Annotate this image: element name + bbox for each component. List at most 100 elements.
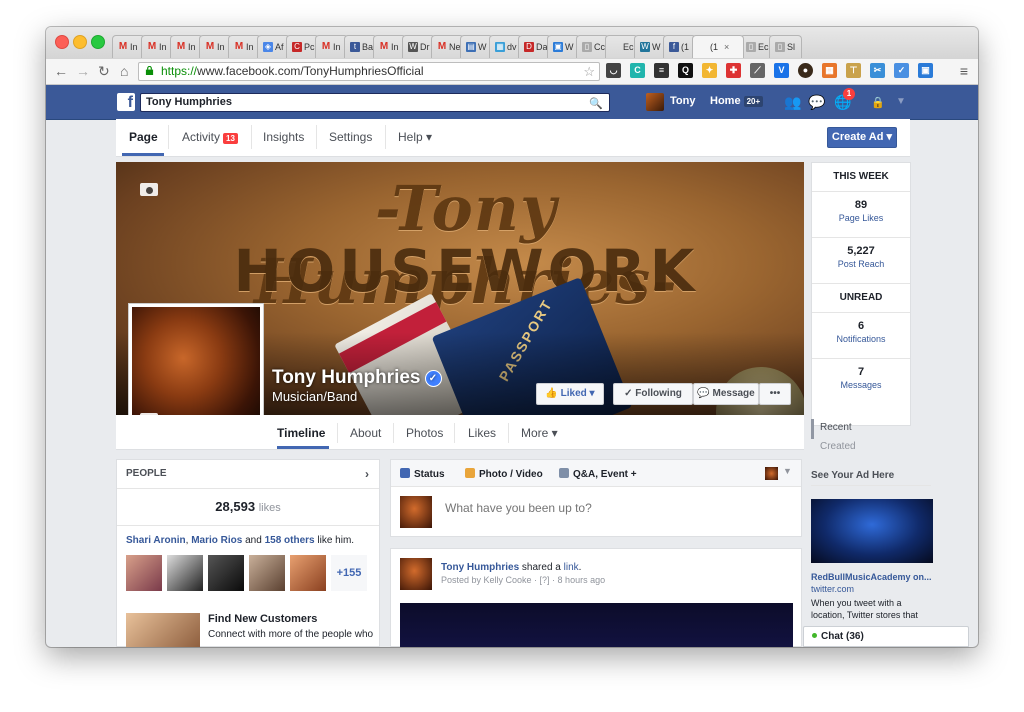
- find-customers-title[interactable]: Find New Customers: [208, 613, 317, 625]
- friend-thumbnail[interactable]: [126, 555, 162, 591]
- post-reach-label[interactable]: Post Reach: [812, 259, 910, 269]
- more-options-button[interactable]: •••: [759, 383, 791, 405]
- facebook-logo-icon[interactable]: f: [117, 93, 135, 111]
- notifications-label[interactable]: Notifications: [812, 334, 910, 344]
- chevron-down-icon[interactable]: ▼: [783, 466, 792, 476]
- friend-requests-icon[interactable]: 👥: [784, 94, 801, 111]
- tab-photos[interactable]: Photos: [406, 426, 443, 440]
- ad-title[interactable]: RedBullMusicAcademy on...: [811, 572, 936, 582]
- chat-bar[interactable]: Chat (36): [803, 626, 969, 647]
- pin-extension-icon[interactable]: ⊤: [846, 63, 861, 78]
- layers-extension-icon[interactable]: ≡: [654, 63, 669, 78]
- friend-thumbnail[interactable]: [208, 555, 244, 591]
- tab-likes[interactable]: Likes: [468, 426, 496, 440]
- browser-tab[interactable]: (1 ×: [692, 35, 744, 58]
- minimize-window-button[interactable]: [73, 35, 87, 49]
- puzzle-extension-icon[interactable]: ✚: [726, 63, 741, 78]
- tab-about[interactable]: About: [350, 426, 381, 440]
- tab-timeline[interactable]: Timeline: [277, 426, 325, 440]
- post-author-link[interactable]: Tony Humphries: [441, 562, 519, 573]
- messages-stat[interactable]: 7 Messages: [812, 359, 910, 404]
- browser-tabs: M In M In M In M In M In ◈ Af C Pc M In t Ba M In W Dr M Ne ▤ W ▦ d…: [112, 35, 802, 59]
- customers-image[interactable]: [126, 613, 200, 647]
- close-tab-icon[interactable]: ×: [724, 42, 729, 52]
- page-likes-stat[interactable]: 89 Page Likes: [812, 192, 910, 238]
- tab-activity[interactable]: Activity 13: [182, 130, 238, 144]
- liked-button[interactable]: 👍 Liked ▾: [536, 383, 604, 405]
- back-arrow-icon[interactable]: ←: [54, 63, 68, 79]
- tab-page[interactable]: Page: [129, 130, 158, 144]
- post-author-avatar[interactable]: [400, 558, 432, 590]
- home-link[interactable]: Home 20+: [710, 95, 764, 107]
- post-reach-stat[interactable]: 5,227 Post Reach: [812, 238, 910, 284]
- page-category[interactable]: Musician/Band: [272, 389, 357, 404]
- v-extension-icon[interactable]: V: [774, 63, 789, 78]
- tab-label: W: [652, 42, 661, 52]
- people-header[interactable]: PEOPLE ›: [117, 460, 379, 489]
- messages-label[interactable]: Messages: [812, 380, 910, 390]
- zoom-window-button[interactable]: [91, 35, 105, 49]
- cover-camera-icon[interactable]: [140, 183, 158, 196]
- likes-count-row[interactable]: 28,593 likes: [117, 489, 379, 526]
- friend-link[interactable]: Shari Aronin: [126, 535, 186, 546]
- scissors-extension-icon[interactable]: ✂: [870, 63, 885, 78]
- post-media[interactable]: [400, 603, 793, 647]
- status-tab[interactable]: Status: [400, 468, 445, 480]
- home-icon[interactable]: ⌂: [120, 63, 128, 79]
- following-button[interactable]: ✓ Following: [613, 383, 693, 405]
- check-extension-icon[interactable]: ✓: [894, 63, 909, 78]
- hamburger-menu-icon[interactable]: ≡: [960, 63, 968, 79]
- account-dropdown-icon[interactable]: ▼: [896, 96, 906, 107]
- privacy-lock-icon[interactable]: 🔒: [871, 96, 885, 109]
- reload-icon[interactable]: ↻: [98, 63, 110, 80]
- pocket-extension-icon[interactable]: ◡: [606, 63, 621, 78]
- qa-event-tab[interactable]: Q&A, Event +: [559, 468, 637, 480]
- bookmark-star-icon[interactable]: ☆: [583, 63, 595, 80]
- c-extension-icon[interactable]: C: [630, 63, 645, 78]
- page-likes-label[interactable]: Page Likes: [812, 213, 910, 223]
- close-window-button[interactable]: [55, 35, 69, 49]
- address-bar[interactable]: https://www.facebook.com/TonyHumphriesOf…: [138, 62, 600, 81]
- tab-label: Sl: [787, 42, 796, 52]
- page-title[interactable]: Tony Humphries ✓: [272, 367, 442, 389]
- message-button[interactable]: 💬 Message: [693, 383, 759, 405]
- post-header: Tony Humphries shared a link.: [441, 562, 581, 573]
- notifications-stat[interactable]: 6 Notifications: [812, 313, 910, 359]
- forward-arrow-icon[interactable]: →: [76, 63, 90, 79]
- ad-image[interactable]: [811, 499, 933, 563]
- screen-extension-icon[interactable]: ▣: [918, 63, 933, 78]
- eyedropper-extension-icon[interactable]: ⟋: [750, 63, 765, 78]
- facebook-search-input[interactable]: Tony Humphries 🔍: [140, 93, 610, 112]
- tab-help[interactable]: Help ▾: [398, 130, 432, 144]
- photo-video-tab[interactable]: Photo / Video: [465, 468, 543, 480]
- create-ad-button[interactable]: Create Ad ▾: [827, 127, 897, 148]
- user-avatar[interactable]: [646, 93, 664, 111]
- tab-more[interactable]: More ▾: [521, 426, 558, 440]
- timeline-nav-recent[interactable]: Recent: [820, 422, 852, 433]
- others-link[interactable]: 158 others: [265, 535, 315, 546]
- friend-link[interactable]: Mario Rios: [191, 535, 242, 546]
- messages-icon[interactable]: 💬: [808, 94, 825, 111]
- tab-insights[interactable]: Insights: [263, 130, 304, 144]
- thumbs-up-icon: 👍: [545, 388, 558, 399]
- browser-tab[interactable]: ▯ Sl: [769, 35, 802, 58]
- user-name-link[interactable]: Tony: [670, 95, 695, 107]
- divider: [454, 423, 455, 443]
- chevron-right-icon[interactable]: ›: [365, 460, 369, 488]
- bookmark-extension-icon[interactable]: ✦: [702, 63, 717, 78]
- grid-extension-icon[interactable]: ▦: [822, 63, 837, 78]
- circle-extension-icon[interactable]: ●: [798, 63, 813, 78]
- link-link[interactable]: link: [564, 562, 579, 573]
- ad-domain[interactable]: twitter.com: [811, 584, 854, 594]
- ad-section-header[interactable]: See Your Ad Here: [811, 470, 931, 486]
- composer-input[interactable]: [443, 500, 747, 516]
- search-icon[interactable]: 🔍: [589, 96, 603, 113]
- more-friends-button[interactable]: +155: [331, 555, 367, 591]
- friend-thumbnail[interactable]: [290, 555, 326, 591]
- friend-thumbnail[interactable]: [167, 555, 203, 591]
- timeline-nav-created[interactable]: Created: [820, 441, 856, 452]
- q-extension-icon[interactable]: Q: [678, 63, 693, 78]
- post-as-avatar[interactable]: [765, 467, 778, 480]
- friend-thumbnail[interactable]: [249, 555, 285, 591]
- tab-settings[interactable]: Settings: [329, 130, 372, 144]
